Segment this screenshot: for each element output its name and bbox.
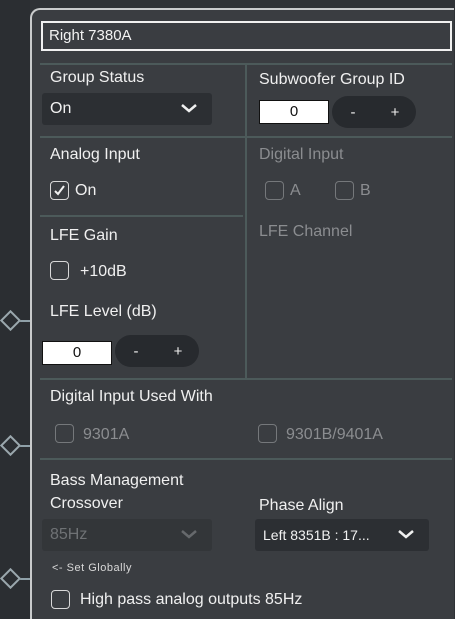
lfe-gain-label: LFE Gain (50, 227, 118, 244)
chevron-down-icon (181, 104, 197, 113)
phase-align-value: Left 8351B : 17... (263, 527, 370, 543)
set-globally-note: <- Set Globally (52, 562, 132, 574)
increment-button[interactable]: + (157, 343, 199, 360)
decrement-button[interactable]: - (115, 343, 157, 360)
used-with-9301a-label: 9301A (83, 426, 130, 443)
group-status-select[interactable]: On (42, 93, 212, 125)
used-with-9301b-label: 9301B/9401A (286, 426, 383, 443)
crossover-label: Crossover (50, 495, 123, 512)
used-with-9301b-checkbox (258, 424, 277, 443)
bass-management-label: Bass Management (50, 472, 184, 489)
subwoofer-group-id-input[interactable]: 0 (259, 100, 329, 124)
divider (245, 136, 247, 378)
checkmark-icon (54, 185, 65, 196)
connector-node-icon (0, 434, 22, 457)
group-status-value: On (50, 100, 72, 117)
decrement-button[interactable]: - (332, 104, 374, 121)
crossover-select: 85Hz (42, 519, 212, 551)
device-settings-panel: Right 7380A Group Status On Subwoofer Gr… (30, 8, 454, 619)
analog-input-checkbox[interactable] (50, 181, 69, 200)
group-status-label: Group Status (50, 69, 145, 86)
lfe-gain-option-label: +10dB (80, 263, 127, 280)
divider (40, 378, 452, 380)
subwoofer-group-id-stepper[interactable]: - + (332, 96, 416, 128)
crossover-value: 85Hz (50, 526, 88, 543)
device-name-field[interactable]: Right 7380A (41, 21, 452, 51)
digital-input-label: Digital Input (259, 146, 344, 163)
left-connector-strip (0, 0, 32, 619)
digital-input-b-label: B (360, 182, 371, 199)
chevron-down-icon (398, 530, 414, 539)
lfe-level-input[interactable]: 0 (42, 341, 112, 365)
analog-input-label: Analog Input (50, 146, 140, 163)
subwoofer-group-id-label: Subwoofer Group ID (259, 71, 405, 88)
lfe-level-stepper[interactable]: - + (115, 335, 199, 367)
connector-node-icon (0, 567, 22, 590)
lfe-level-label: LFE Level (dB) (50, 303, 157, 320)
phase-align-label: Phase Align (259, 497, 344, 514)
chevron-down-icon (181, 530, 197, 539)
digital-input-used-with-label: Digital Input Used With (50, 388, 213, 405)
high-pass-checkbox[interactable] (51, 590, 70, 609)
increment-button[interactable]: + (374, 104, 416, 121)
phase-align-select[interactable]: Left 8351B : 17... (255, 519, 429, 551)
used-with-9301a-checkbox (55, 424, 74, 443)
digital-input-a-checkbox (265, 181, 284, 200)
lfe-gain-checkbox[interactable] (50, 261, 69, 280)
digital-input-a-label: A (290, 182, 301, 199)
divider (245, 63, 247, 143)
lfe-channel-label: LFE Channel (259, 223, 353, 240)
digital-input-b-checkbox (335, 181, 354, 200)
connector-node-icon (0, 309, 22, 332)
high-pass-label: High pass analog outputs 85Hz (80, 591, 303, 608)
analog-input-option-label: On (75, 182, 97, 199)
divider (40, 215, 243, 217)
divider (40, 458, 452, 460)
